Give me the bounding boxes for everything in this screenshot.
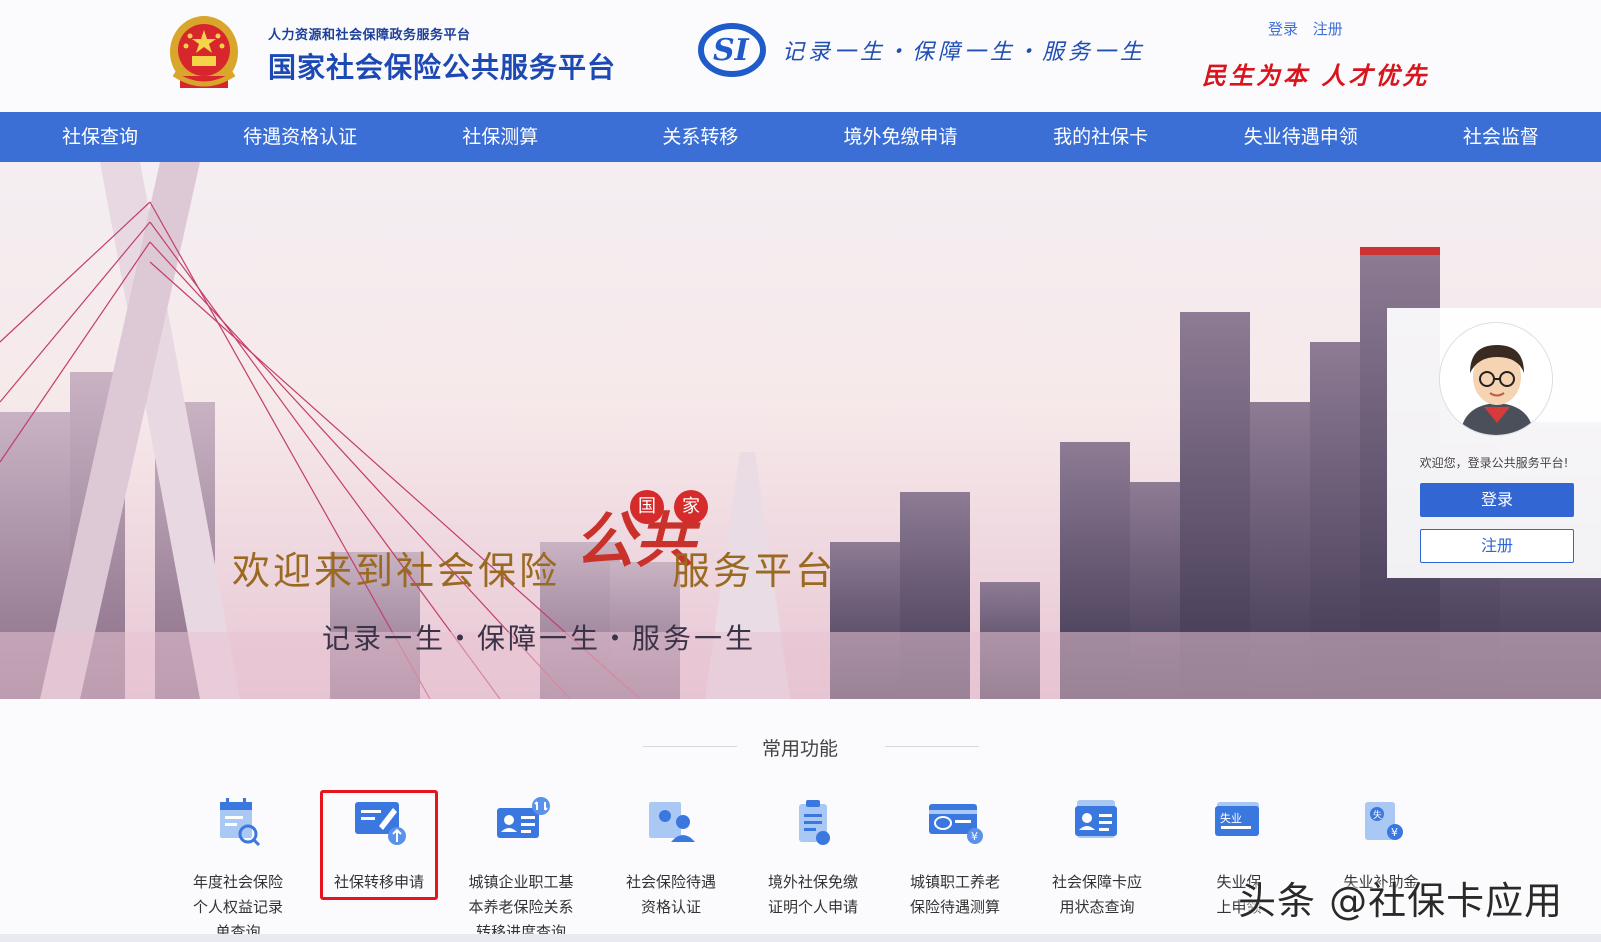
header-login-link[interactable]: 登录	[1268, 20, 1298, 38]
svg-text:¥: ¥	[1391, 826, 1398, 839]
header-slogan: 记录一生・保障一生・服务一生	[782, 40, 1147, 65]
highlight-box	[320, 790, 438, 900]
func-label: 境外社保免缴 证明个人申请	[743, 870, 883, 920]
card-status-icon	[1075, 800, 1117, 838]
func-label-line: 资格认证	[640, 898, 701, 916]
func-label-line: 城镇企业职工基	[468, 873, 574, 891]
svg-text:SI: SI	[713, 33, 750, 68]
func-label: 社会保险待遇 资格认证	[601, 870, 741, 920]
nav-item-my-social-security-card[interactable]: 我的社保卡	[1001, 112, 1201, 162]
nav-item-relationship-transfer[interactable]: 关系转移	[600, 112, 800, 162]
svg-text:¥: ¥	[971, 830, 978, 843]
login-button[interactable]: 登录	[1420, 483, 1574, 517]
common-functions-title: 常用功能	[761, 738, 838, 760]
func-item-overseas-exemption-certificate[interactable]: 境外社保免缴 证明个人申请	[743, 796, 883, 942]
func-label-line: 境外社保免缴	[767, 873, 858, 891]
login-card: 欢迎您，登录公共服务平台! 登录 注册	[1387, 308, 1601, 578]
func-item-card-status-query[interactable]: 社会保障卡应 用状态查询	[1027, 796, 1167, 942]
unemployment-card-icon: 失业	[1215, 802, 1259, 836]
city-skyline-image	[0, 162, 1601, 699]
banner-badge-jia: 家	[674, 490, 708, 524]
register-button[interactable]: 注册	[1420, 529, 1574, 563]
func-label: 城镇职工养老 保险待遇测算	[885, 870, 1025, 920]
func-label-line: 用状态查询	[1059, 898, 1135, 916]
func-label: 社会保障卡应 用状态查询	[1027, 870, 1167, 920]
func-label-line: 本养老保险关系	[468, 898, 574, 916]
func-label-line: 证明个人申请	[767, 898, 858, 916]
user-avatar	[1439, 322, 1553, 436]
user-verify-icon	[649, 802, 695, 842]
func-label-line: 保险待遇测算	[909, 898, 1000, 916]
si-logo-icon: SI	[698, 23, 766, 77]
main-nav: 社保查询 待遇资格认证 社保测算 关系转移 境外免缴申请 我的社保卡 失业待遇申…	[0, 112, 1601, 162]
header-register-link[interactable]: 注册	[1313, 20, 1343, 38]
banner-welcome-part2: 服务平台	[672, 549, 837, 593]
nav-item-benefit-qualification[interactable]: 待遇资格认证	[200, 112, 400, 162]
ministry-subtitle: 人力资源和社会保障政务服务平台	[268, 28, 471, 43]
func-label-line: 年度社会保险	[192, 873, 283, 891]
func-label-line: 个人权益记录	[192, 898, 283, 916]
nav-item-social-security-query[interactable]: 社保查询	[0, 112, 200, 162]
bottom-scroll-track	[0, 934, 1601, 942]
nav-item-social-security-calculation[interactable]: 社保测算	[400, 112, 600, 162]
si-card-yen-icon: ¥	[929, 804, 983, 844]
func-label: 城镇企业职工基 本养老保险关系 转移进度查询	[451, 870, 591, 942]
calendar-search-icon	[220, 798, 261, 847]
func-item-pension-transfer-progress[interactable]: 城镇企业职工基 本养老保险关系 转移进度查询	[451, 796, 591, 942]
func-label-line: 城镇职工养老	[909, 873, 1000, 891]
func-label-line: 社会保险待遇	[625, 873, 716, 891]
avatar-icon	[1440, 323, 1552, 435]
svg-text:失: 失	[1373, 809, 1382, 821]
banner-badge-guo: 国	[630, 490, 664, 524]
banner-slogan: 记录一生・保障一生・服务一生	[322, 622, 757, 655]
clipboard-icon	[799, 800, 830, 845]
page: 人力资源和社会保障政务服务平台 国家社会保险公共服务平台 SI 记录一生・保障一…	[0, 0, 1601, 942]
national-emblem-icon	[170, 16, 238, 88]
func-label: 年度社会保险 个人权益记录 单查询	[168, 870, 308, 942]
func-item-annual-rights-record[interactable]: 年度社会保险 个人权益记录 单查询	[168, 796, 308, 942]
header-auth-links: 登录 注册	[1268, 18, 1353, 39]
nav-item-overseas-exemption[interactable]: 境外免缴申请	[801, 112, 1001, 162]
func-label-line: 社会保障卡应	[1051, 873, 1142, 891]
svg-text:失业: 失业	[1220, 812, 1242, 825]
banner-welcome-part1: 欢迎来到社会保险	[232, 549, 561, 593]
func-item-benefit-qualification[interactable]: 社会保险待遇 资格认证	[601, 796, 741, 942]
login-welcome-text: 欢迎您，登录公共服务平台!	[1419, 456, 1569, 470]
nav-item-social-supervision[interactable]: 社会监督	[1401, 112, 1601, 162]
subsidy-yen-icon: 失 ¥	[1365, 802, 1403, 840]
nav-item-unemployment-benefit[interactable]: 失业待遇申领	[1201, 112, 1401, 162]
watermark-text: 头条 @社保卡应用	[1238, 879, 1564, 923]
motto-text: 民生为本 人才优先	[1202, 61, 1430, 90]
hero-banner: 欢迎来到社会保险 公共 国 家 服务平台 记录一生・保障一生・服务一生	[0, 162, 1601, 699]
id-transfer-icon	[497, 797, 550, 838]
site-title: 国家社会保险公共服务平台	[268, 51, 617, 84]
func-item-pension-calculation[interactable]: ¥ 城镇职工养老 保险待遇测算	[885, 796, 1025, 942]
site-header: 人力资源和社会保障政务服务平台 国家社会保险公共服务平台 SI 记录一生・保障一…	[0, 0, 1601, 112]
